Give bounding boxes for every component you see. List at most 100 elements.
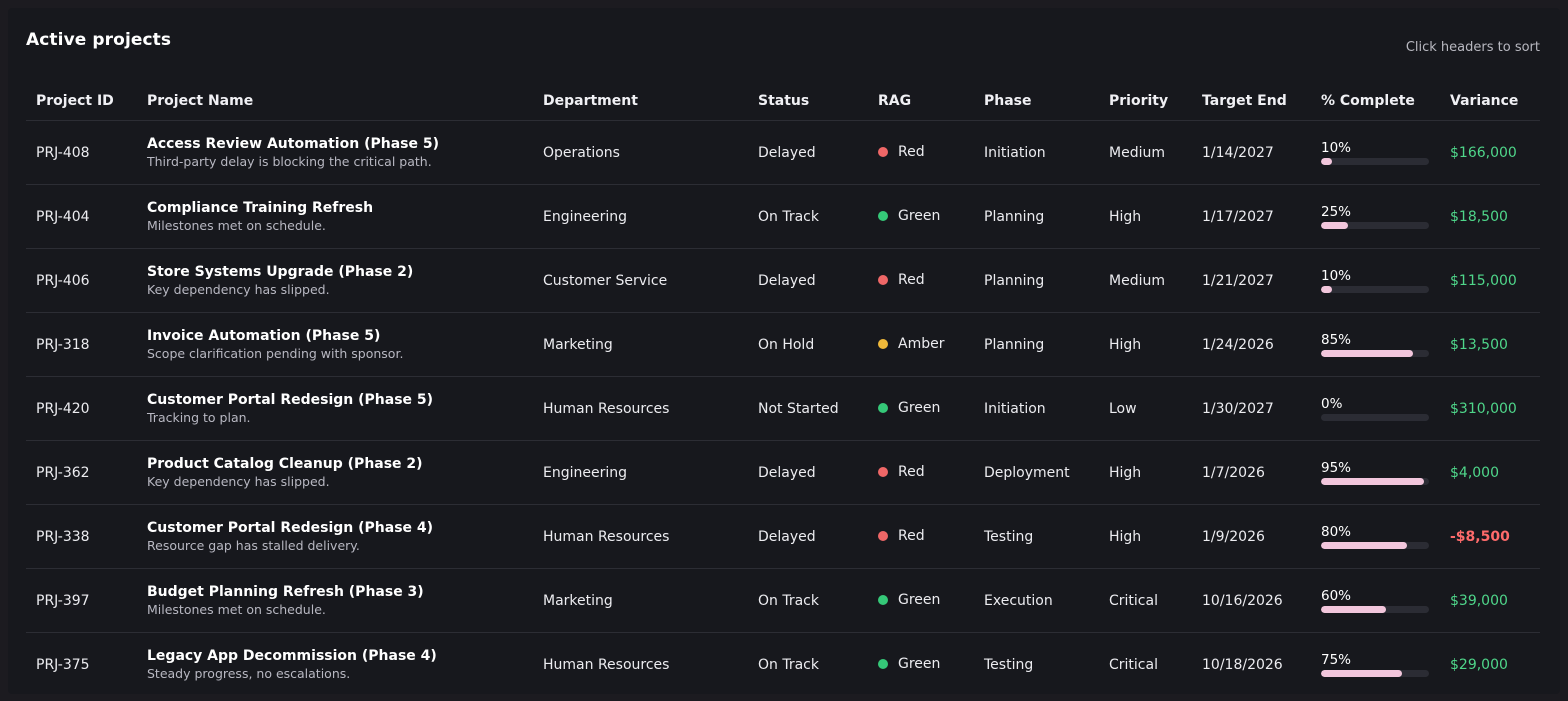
- variance-cell: $39,000: [1440, 568, 1540, 633]
- percent-complete-cell: 60%: [1311, 568, 1440, 633]
- status-cell: Not Started: [748, 376, 868, 441]
- progress: 80%: [1321, 524, 1429, 549]
- target-end-cell: 10/16/2026: [1192, 568, 1311, 633]
- variance-cell: $13,500: [1440, 312, 1540, 377]
- progress-bar: [1321, 606, 1429, 613]
- project-note: Third-party delay is blocking the critic…: [147, 154, 432, 169]
- rag-cell: Red: [868, 248, 974, 313]
- project-name: Product Catalog Cleanup (Phase 2): [147, 456, 423, 472]
- progress: 85%: [1321, 332, 1429, 357]
- department-cell: Human Resources: [533, 504, 748, 569]
- column-header-department[interactable]: Department: [533, 82, 748, 121]
- project-name: Legacy App Decommission (Phase 4): [147, 648, 437, 664]
- rag-dot-icon: [878, 531, 888, 541]
- rag-dot-icon: [878, 403, 888, 413]
- status-cell: Delayed: [748, 120, 868, 185]
- progress: 95%: [1321, 460, 1429, 485]
- project-name-cell: Access Review Automation (Phase 5) Third-…: [137, 120, 533, 185]
- column-header-priority[interactable]: Priority: [1099, 82, 1192, 121]
- progress-bar: [1321, 158, 1429, 165]
- progress-bar-fill: [1321, 286, 1332, 293]
- department-cell: Engineering: [533, 440, 748, 505]
- table-row[interactable]: PRJ-408 Access Review Automation (Phase 5…: [26, 120, 1540, 185]
- variance-cell: -$8,500: [1440, 504, 1540, 569]
- rag-indicator: Red: [878, 464, 925, 480]
- progress-bar: [1321, 222, 1429, 229]
- project-name-cell: Customer Portal Redesign (Phase 5) Tracki…: [137, 376, 533, 441]
- progress-bar-fill: [1321, 478, 1424, 485]
- project-id-cell: PRJ-406: [26, 248, 137, 313]
- variance-cell: $310,000: [1440, 376, 1540, 441]
- priority-cell: Medium: [1099, 120, 1192, 185]
- phase-cell: Deployment: [974, 440, 1099, 505]
- rag-cell: Amber: [868, 312, 974, 377]
- progress-label: 75%: [1321, 652, 1352, 668]
- priority-cell: High: [1099, 440, 1192, 505]
- table-row[interactable]: PRJ-338 Customer Portal Redesign (Phase 4…: [26, 504, 1540, 569]
- progress-label: 10%: [1321, 268, 1352, 284]
- table-row[interactable]: PRJ-318 Invoice Automation (Phase 5) Scope…: [26, 312, 1540, 377]
- progress-label: 25%: [1321, 204, 1352, 220]
- column-header-target-end[interactable]: Target End: [1192, 82, 1311, 121]
- progress: 0%: [1321, 396, 1429, 421]
- percent-complete-cell: 10%: [1311, 248, 1440, 313]
- rag-indicator: Green: [878, 208, 940, 224]
- department-cell: Marketing: [533, 312, 748, 377]
- rag-label: Amber: [898, 336, 945, 352]
- table-row[interactable]: PRJ-397 Budget Planning Refresh (Phase 3)…: [26, 568, 1540, 633]
- department-cell: Human Resources: [533, 376, 748, 441]
- percent-complete-cell: 85%: [1311, 312, 1440, 377]
- variance-cell: $115,000: [1440, 248, 1540, 313]
- projects-table-container[interactable]: Project ID Project Name Department Status RA…: [26, 82, 1540, 692]
- project-name: Customer Portal Redesign (Phase 5): [147, 392, 434, 408]
- progress-bar-fill: [1321, 606, 1386, 613]
- rag-cell: Red: [868, 504, 974, 569]
- rag-label: Green: [898, 400, 941, 416]
- percent-complete-cell: 25%: [1311, 184, 1440, 249]
- project-name: Invoice Automation (Phase 5): [147, 328, 381, 344]
- progress-bar: [1321, 286, 1429, 293]
- table-row[interactable]: PRJ-420 Customer Portal Redesign (Phase 5…: [26, 376, 1540, 441]
- rag-dot-icon: [878, 595, 888, 605]
- progress-bar: [1321, 350, 1429, 357]
- table-row[interactable]: PRJ-406 Store Systems Upgrade (Phase 2) Ke…: [26, 248, 1540, 313]
- progress-label: 60%: [1321, 588, 1352, 604]
- project-id-cell: PRJ-338: [26, 504, 137, 569]
- column-header-id[interactable]: Project ID: [26, 82, 137, 121]
- progress-bar: [1321, 670, 1429, 677]
- status-cell: Delayed: [748, 440, 868, 505]
- active-projects-panel: Active projects Click headers to sort Pr…: [8, 8, 1560, 694]
- priority-cell: High: [1099, 504, 1192, 569]
- rag-label: Green: [898, 656, 941, 672]
- percent-complete-cell: 0%: [1311, 376, 1440, 441]
- column-header-rag[interactable]: RAG: [868, 82, 974, 121]
- rag-dot-icon: [878, 147, 888, 157]
- progress-bar-fill: [1321, 158, 1332, 165]
- project-note: Key dependency has slipped.: [147, 282, 330, 297]
- projects-table: Project ID Project Name Department Status RA…: [26, 82, 1540, 692]
- target-end-cell: 1/21/2027: [1192, 248, 1311, 313]
- rag-cell: Green: [868, 376, 974, 441]
- table-row[interactable]: PRJ-375 Legacy App Decommission (Phase 4)…: [26, 632, 1540, 692]
- column-header-name[interactable]: Project Name: [137, 82, 533, 121]
- table-row[interactable]: PRJ-362 Product Catalog Cleanup (Phase 2)…: [26, 440, 1540, 505]
- rag-cell: Green: [868, 568, 974, 633]
- progress-bar-fill: [1321, 542, 1408, 549]
- progress-bar-fill: [1321, 222, 1348, 229]
- column-header-variance[interactable]: Variance: [1440, 82, 1540, 121]
- table-body: PRJ-408 Access Review Automation (Phase 5…: [26, 120, 1540, 692]
- progress-label: 85%: [1321, 332, 1352, 348]
- column-header-complete[interactable]: % Complete: [1311, 82, 1440, 121]
- column-header-phase[interactable]: Phase: [974, 82, 1099, 121]
- priority-cell: Critical: [1099, 632, 1192, 692]
- percent-complete-cell: 10%: [1311, 120, 1440, 185]
- progress-bar: [1321, 414, 1429, 421]
- table-row[interactable]: PRJ-404 Compliance Training Refresh Milest…: [26, 184, 1540, 249]
- rag-label: Green: [898, 592, 941, 608]
- progress-label: 80%: [1321, 524, 1352, 540]
- column-header-status[interactable]: Status: [748, 82, 868, 121]
- rag-label: Green: [898, 208, 941, 224]
- department-cell: Engineering: [533, 184, 748, 249]
- project-note: Milestones met on schedule.: [147, 602, 326, 617]
- status-cell: On Track: [748, 568, 868, 633]
